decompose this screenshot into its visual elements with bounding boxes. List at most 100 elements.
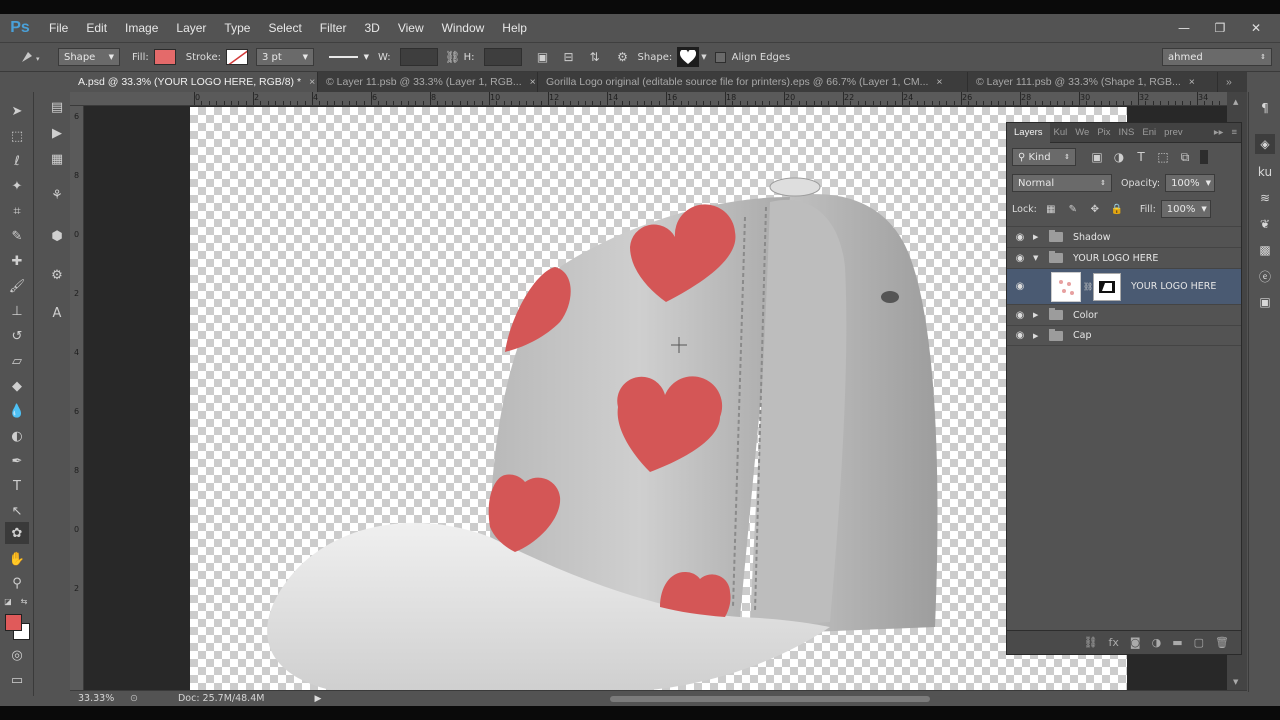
- brush-icon[interactable]: ❦: [1255, 214, 1275, 234]
- menu-3d[interactable]: 3D: [355, 21, 388, 35]
- menu-window[interactable]: Window: [433, 21, 494, 35]
- lock-position-icon[interactable]: ✥: [1086, 200, 1104, 218]
- shape-picker[interactable]: [677, 47, 700, 67]
- close-icon[interactable]: ×: [530, 76, 536, 88]
- dodge-tool-icon[interactable]: ◐: [5, 425, 29, 447]
- collapse-arrow-icon[interactable]: ▼: [1033, 254, 1043, 262]
- document-tab[interactable]: © Layer 11.psb @ 33.3% (Layer 1, RGB... ×: [318, 72, 538, 92]
- paint-bucket-tool-icon[interactable]: ◆: [5, 375, 29, 397]
- chevron-down-icon[interactable]: ▼: [701, 53, 706, 61]
- lasso-tool-icon[interactable]: ℓ: [5, 150, 29, 172]
- history-brush-tool-icon[interactable]: ↺: [5, 325, 29, 347]
- stroke-type-dropdown[interactable]: ▼: [323, 48, 374, 66]
- eye-icon[interactable]: ◉: [1007, 281, 1033, 292]
- type-filter-icon[interactable]: T: [1132, 148, 1150, 166]
- foreground-color-swatch[interactable]: [5, 614, 22, 631]
- fill-field[interactable]: 100% ▼: [1160, 200, 1211, 218]
- workspace-dropdown[interactable]: ahmed ⇕: [1162, 48, 1272, 66]
- tab-prev[interactable]: prev: [1160, 127, 1186, 138]
- status-menu-arrow-icon[interactable]: ▶: [314, 694, 321, 704]
- add-mask-icon[interactable]: ◙: [1130, 636, 1141, 649]
- smart-object-filter-icon[interactable]: ⧉: [1176, 148, 1194, 166]
- menu-filter[interactable]: Filter: [311, 21, 356, 35]
- expand-arrow-icon[interactable]: ▶: [1033, 233, 1043, 241]
- minimize-button[interactable]: —: [1170, 21, 1198, 35]
- tab-we[interactable]: We: [1071, 127, 1093, 138]
- tool-preset-picker[interactable]: ▾: [18, 48, 44, 66]
- chain-link-icon[interactable]: ⛓: [1083, 282, 1093, 291]
- trash-icon[interactable]: 🗑: [1215, 636, 1229, 649]
- scroll-up-icon[interactable]: ▲: [1233, 98, 1238, 106]
- close-button[interactable]: ✕: [1242, 21, 1270, 35]
- tab-eni[interactable]: Eni: [1138, 127, 1160, 138]
- lock-all-icon[interactable]: 🔒: [1108, 200, 1126, 218]
- brush-tool-icon[interactable]: 🖌: [5, 275, 29, 297]
- adjustment-filter-icon[interactable]: ◑: [1110, 148, 1128, 166]
- eye-icon[interactable]: ◉: [1007, 253, 1033, 264]
- path-selection-tool-icon[interactable]: ↖: [5, 500, 29, 522]
- close-icon[interactable]: ×: [1189, 76, 1195, 88]
- menu-help[interactable]: Help: [493, 21, 536, 35]
- tab-pix[interactable]: Pix: [1093, 127, 1114, 138]
- gear-icon[interactable]: ⚙: [614, 48, 632, 66]
- expand-arrow-icon[interactable]: ▶: [1033, 311, 1043, 319]
- shape-filter-icon[interactable]: ⬚: [1154, 148, 1172, 166]
- preview-icon[interactable]: ▣: [1255, 292, 1275, 312]
- menu-layer[interactable]: Layer: [167, 21, 215, 35]
- lock-transparency-icon[interactable]: ▦: [1042, 200, 1060, 218]
- default-colors-icon[interactable]: ◪: [2, 596, 14, 606]
- wave-icon[interactable]: ≋: [1255, 188, 1275, 208]
- marquee-tool-icon[interactable]: ⬚: [5, 125, 29, 147]
- expand-arrow-icon[interactable]: ▶: [1033, 332, 1043, 340]
- layers-stack-icon[interactable]: ◈: [1255, 134, 1275, 154]
- layer-row-shadow[interactable]: ◉ ▶ Shadow: [1007, 226, 1241, 247]
- stroke-width-field[interactable]: 3 pt ▼: [255, 48, 314, 66]
- 3d-panel-icon[interactable]: ⬢: [45, 225, 69, 247]
- document-canvas[interactable]: [190, 107, 1127, 690]
- restore-button[interactable]: ❐: [1206, 21, 1234, 35]
- close-icon[interactable]: ×: [936, 76, 942, 88]
- quick-mask-icon[interactable]: ◎: [5, 644, 29, 666]
- eye-icon[interactable]: ◉: [1007, 232, 1033, 243]
- adjustment-layer-icon[interactable]: ◑: [1152, 636, 1162, 649]
- move-tool-icon[interactable]: ➤: [5, 100, 29, 122]
- eye-icon[interactable]: ◉: [1007, 310, 1033, 321]
- menu-type[interactable]: Type: [215, 21, 259, 35]
- blur-tool-icon[interactable]: 💧: [5, 400, 29, 422]
- filter-toggle-switch[interactable]: [1200, 150, 1208, 164]
- clone-stamp-tool-icon[interactable]: ⊥: [5, 300, 29, 322]
- menu-view[interactable]: View: [389, 21, 433, 35]
- mask-thumbnail[interactable]: [1093, 272, 1121, 301]
- pixel-filter-icon[interactable]: ▣: [1088, 148, 1106, 166]
- swap-colors-icon[interactable]: ⇆: [18, 596, 30, 606]
- magic-wand-tool-icon[interactable]: ✦: [5, 175, 29, 197]
- path-arrangement-icon[interactable]: ⇅: [586, 48, 604, 66]
- eye-icon[interactable]: ◉: [1007, 330, 1033, 341]
- layer-row-logo-group[interactable]: ◉ ▼ YOUR LOGO HERE: [1007, 247, 1241, 268]
- document-tab[interactable]: A.psd @ 33.3% (YOUR LOGO HERE, RGB/8) * ×: [70, 72, 318, 92]
- document-tab[interactable]: Gorilla Logo original (editable source f…: [538, 72, 968, 92]
- zoom-tool-icon[interactable]: ⚲: [5, 572, 29, 594]
- pixel-icon[interactable]: ▩: [1255, 240, 1275, 260]
- scroll-down-icon[interactable]: ▼: [1233, 678, 1238, 686]
- tab-overflow-button[interactable]: »: [1218, 72, 1247, 92]
- tab-ins[interactable]: INS: [1115, 127, 1139, 138]
- path-operations-icon[interactable]: ▣: [534, 48, 552, 66]
- clone-source-icon[interactable]: ⚙: [45, 264, 69, 286]
- new-group-icon[interactable]: ▬: [1172, 636, 1182, 649]
- tool-mode-dropdown[interactable]: Shape ▼: [58, 48, 120, 66]
- height-input[interactable]: [483, 48, 522, 66]
- document-tab[interactable]: © Layer 111.psb @ 33.3% (Shape 1, RGB...…: [968, 72, 1218, 92]
- layer-filter-dropdown[interactable]: ⚲ Kind ⇕: [1012, 148, 1076, 166]
- actions-play-icon[interactable]: ▶: [45, 122, 69, 144]
- screen-mode-icon[interactable]: ▭: [5, 669, 29, 691]
- layer-row-color[interactable]: ◉ ▶ Color: [1007, 304, 1241, 325]
- paths-panel-icon[interactable]: ⚘: [45, 184, 69, 206]
- crop-tool-icon[interactable]: ⌗: [5, 200, 29, 222]
- opacity-field[interactable]: 100% ▼: [1165, 174, 1216, 192]
- hand-tool-icon[interactable]: ✋: [5, 548, 29, 570]
- history-panel-icon[interactable]: ▤: [45, 96, 69, 118]
- lock-pixels-icon[interactable]: ✎: [1064, 200, 1082, 218]
- panel-overflow-icon[interactable]: ▸▸: [1210, 127, 1228, 138]
- healing-brush-tool-icon[interactable]: ✚: [5, 250, 29, 272]
